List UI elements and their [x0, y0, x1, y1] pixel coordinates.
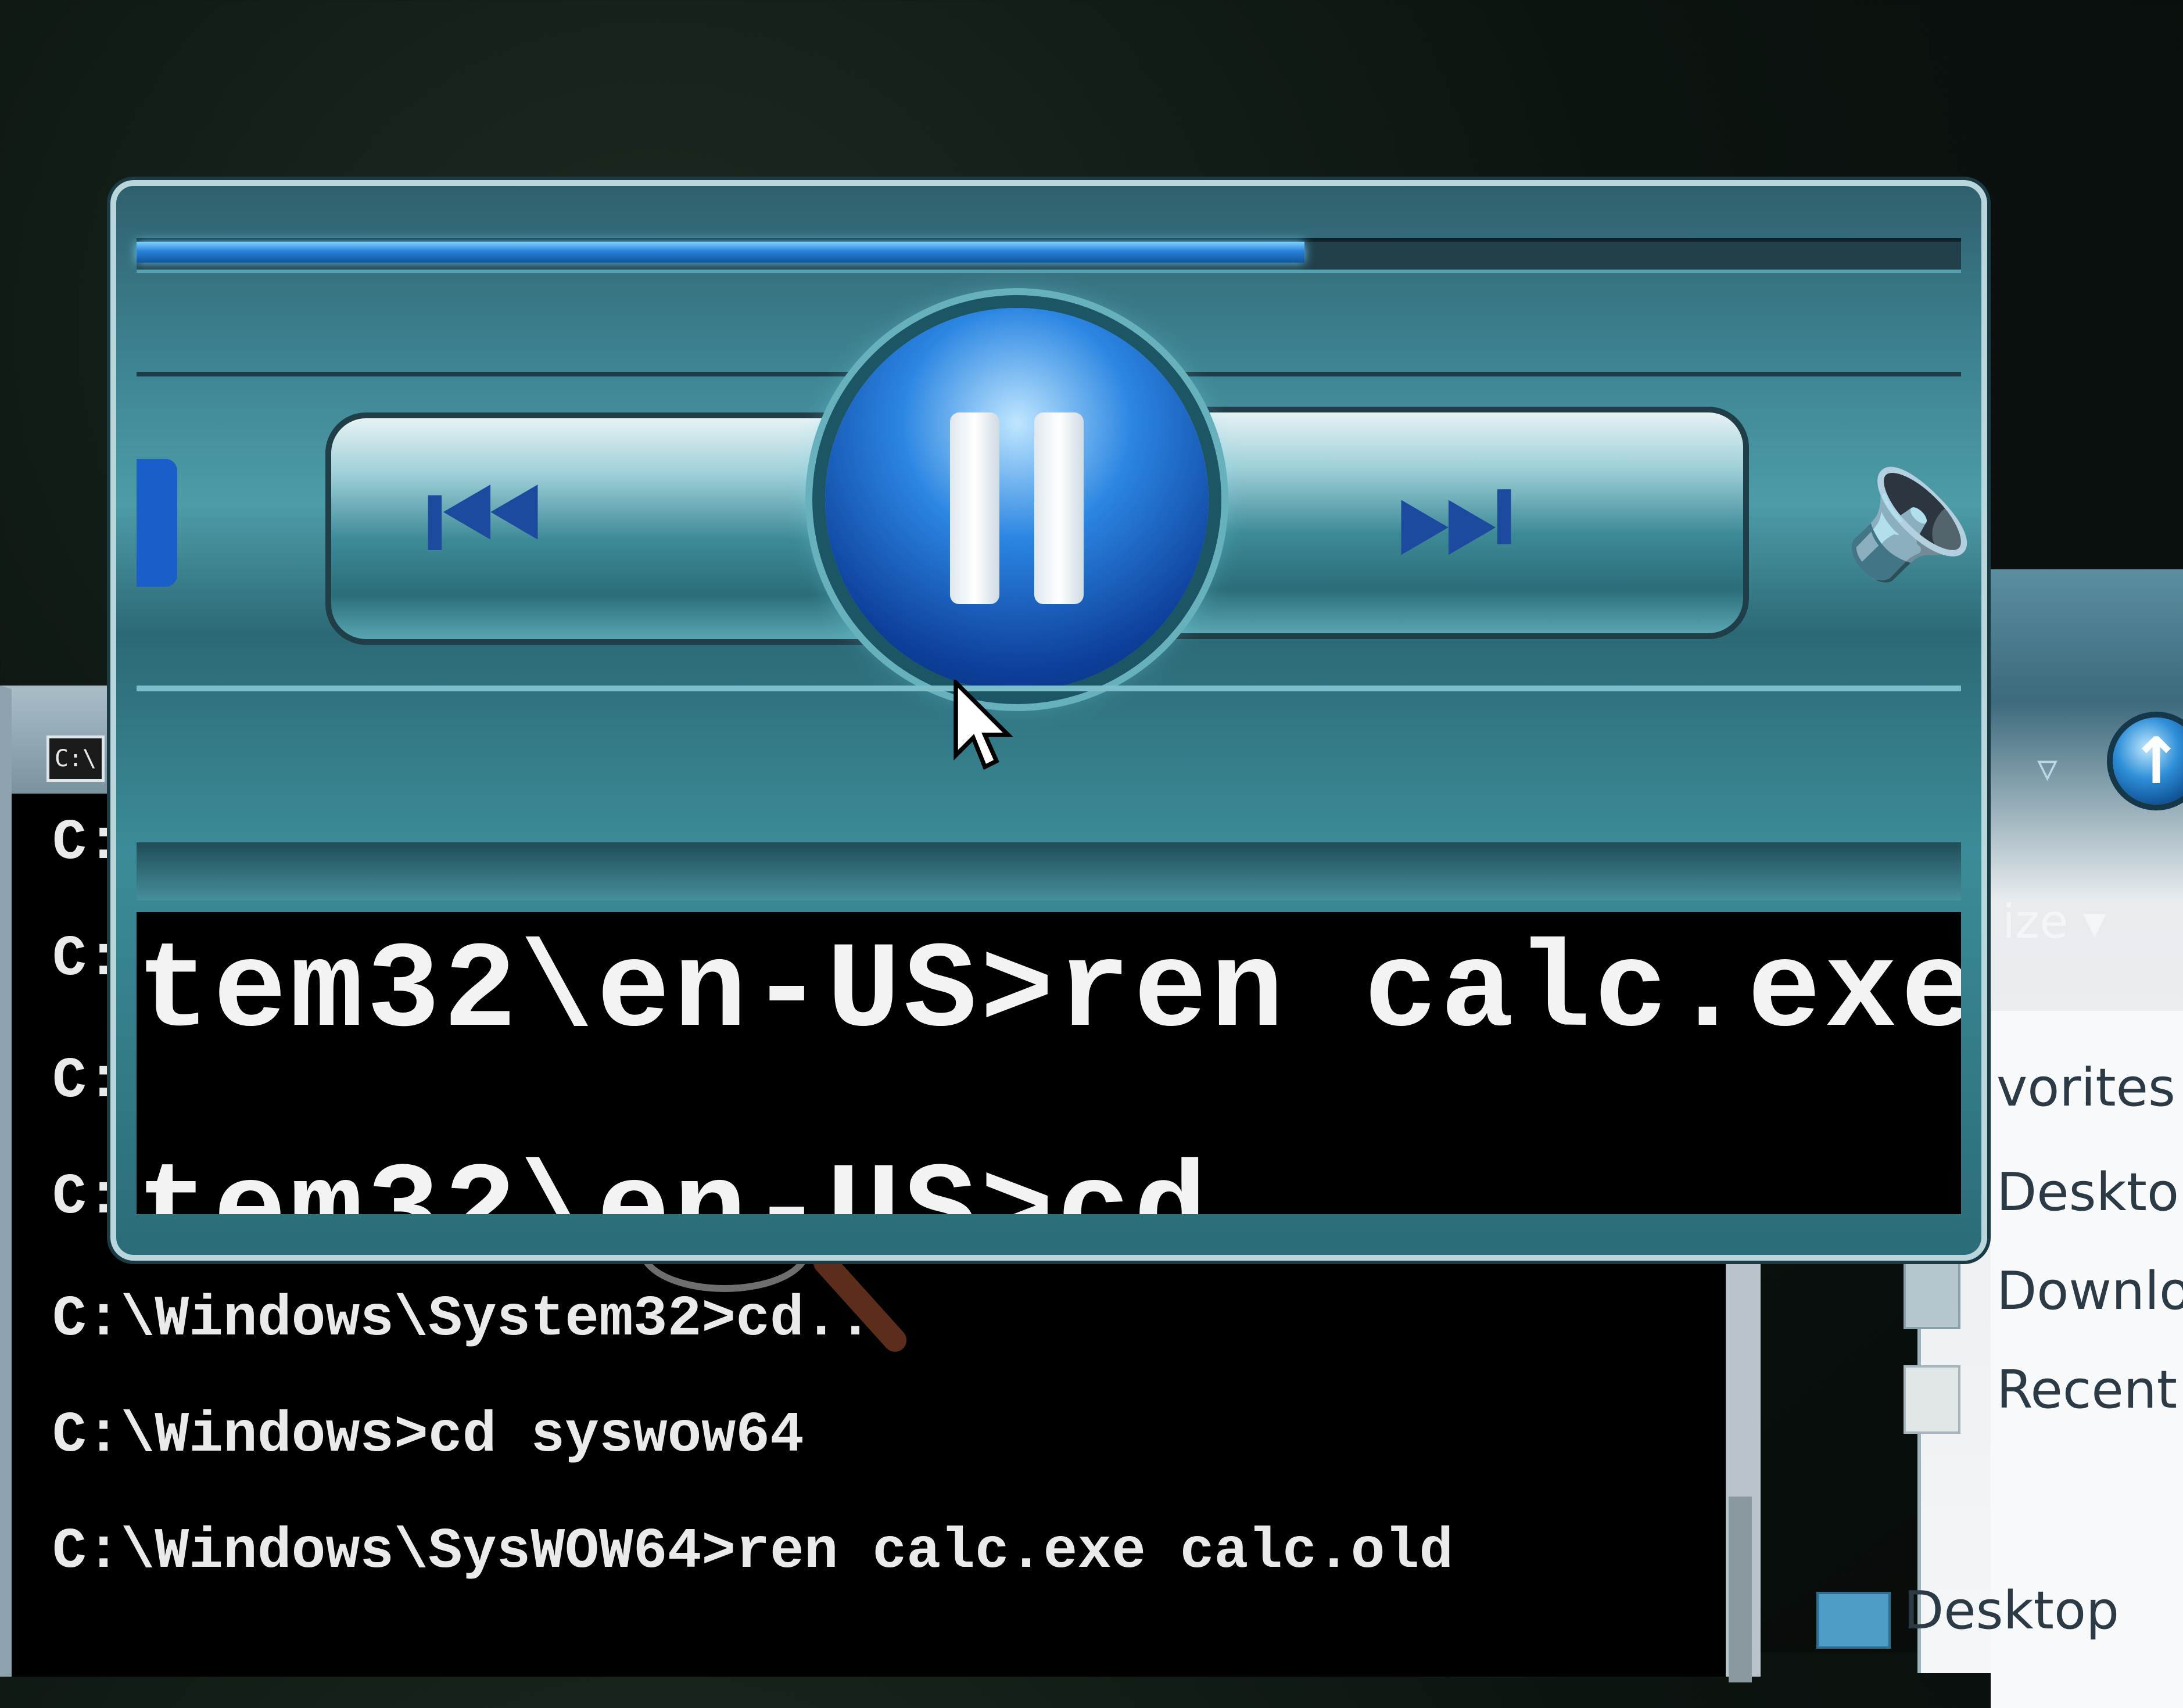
- media-player-window: ⏮ ⏭ 🔈 tem32\en-US>ren calc.exe tem32\en-…: [110, 180, 2008, 1261]
- magnified-console-view: tem32\en-US>ren calc.exe tem32\en-US>cd: [137, 912, 1961, 1214]
- play-pause-button[interactable]: [825, 308, 1209, 691]
- nav-item-desktop-2[interactable]: Desktop: [1904, 1580, 2119, 1641]
- speaker-icon[interactable]: 🔈: [1842, 442, 2008, 575]
- magnified-console-line: tem32\en-US>ren calc.exe: [137, 924, 1961, 1062]
- console-icon[interactable]: C:\: [46, 735, 105, 782]
- desktop-icon: [1816, 1592, 1891, 1649]
- chevron-down-icon: ▾: [2068, 895, 2107, 949]
- console-icon-label: C:\: [54, 745, 97, 772]
- console-line: C:\Windows\SysWOW64>ren calc.exe calc.ol…: [52, 1520, 1454, 1584]
- organize-menu[interactable]: ize ▾: [2002, 895, 2106, 964]
- console-line: C:\Windows\System32>cd..: [52, 1287, 873, 1352]
- stop-button[interactable]: [137, 459, 177, 587]
- organize-label: ize: [2002, 895, 2069, 949]
- nav-item-favorites[interactable]: vorites: [1996, 1057, 2175, 1118]
- nav-item-downloads[interactable]: Downlo: [1996, 1261, 2183, 1322]
- nav-item-desktop[interactable]: Desktop: [1996, 1162, 2183, 1223]
- console-scroll-thumb[interactable]: [1729, 1497, 1752, 1682]
- up-folder-button[interactable]: ↑: [2113, 717, 2183, 805]
- skip-next-icon: ⏭: [1395, 436, 1515, 591]
- downloads-folder-icon: [1904, 1261, 1960, 1329]
- nav-item-recent[interactable]: Recent: [1996, 1359, 2177, 1420]
- control-bar-base: [137, 842, 1961, 900]
- navigation-pane: vorites Desktop Downlo Recent Desktop: [1816, 1011, 2183, 1708]
- arrow-up-icon: ↑: [2129, 724, 2183, 798]
- console-line: C:\Windows>cd syswow64: [52, 1404, 804, 1468]
- skip-previous-icon: ⏮: [424, 442, 545, 597]
- pause-bar-right: [1034, 412, 1084, 604]
- divider: [137, 686, 1961, 691]
- pause-bar-left: [950, 412, 999, 604]
- magnified-console-line: tem32\en-US>cd: [137, 1144, 1211, 1214]
- recent-locations-dropdown-icon[interactable]: ▿: [2037, 744, 2057, 791]
- recent-places-icon: [1904, 1365, 1960, 1434]
- mouse-pointer-icon: [954, 680, 1014, 770]
- seek-bar-progress: [137, 242, 1304, 263]
